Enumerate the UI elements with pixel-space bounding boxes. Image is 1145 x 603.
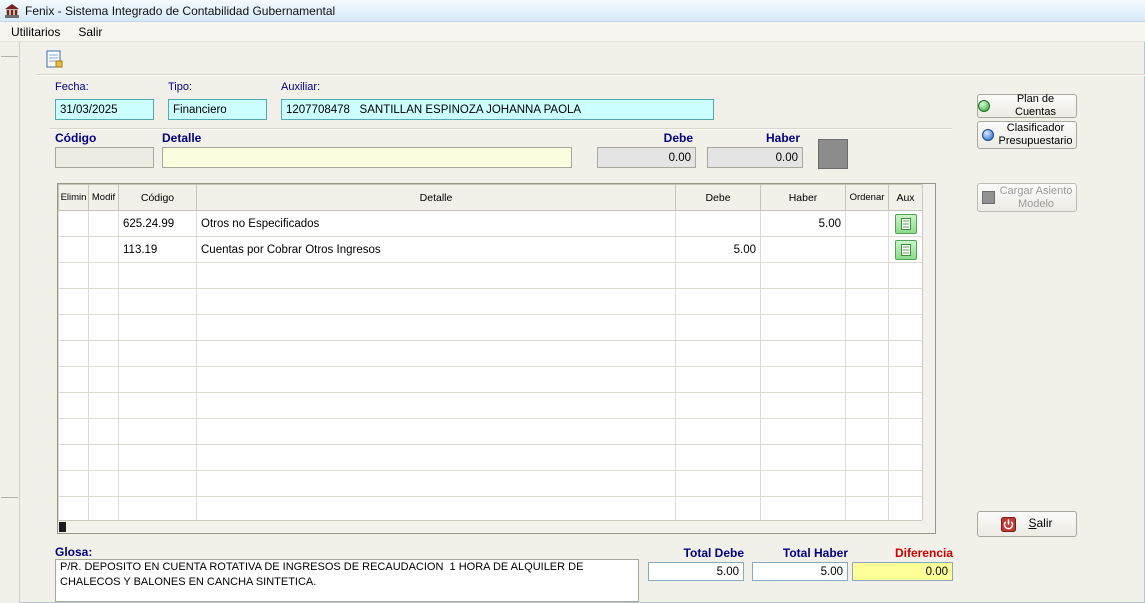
gray-square-icon — [982, 191, 995, 204]
globe-green-icon — [978, 100, 990, 112]
document-icon — [901, 218, 911, 230]
auxiliar-label: Auxiliar: — [281, 81, 320, 93]
entry-action-button[interactable] — [818, 139, 848, 169]
cell-elimin — [59, 237, 89, 263]
haber-entry-input[interactable] — [707, 147, 803, 168]
header-debe: Debe — [676, 185, 761, 211]
tipo-input[interactable] — [168, 99, 267, 120]
menu-item-utilitarios[interactable]: Utilitarios — [2, 23, 69, 41]
cell-detalle: Cuentas por Cobrar Otros Ingresos — [197, 237, 676, 263]
total-haber-label: Total Haber — [752, 546, 848, 560]
cell-modif — [89, 211, 119, 237]
entries-grid: Elimin Modif Código Detalle Debe Haber O… — [57, 183, 936, 534]
fecha-label: Fecha: — [55, 81, 89, 93]
table-row-empty[interactable] — [59, 263, 923, 289]
salir-button[interactable]: Salir — [977, 511, 1077, 537]
total-haber-field[interactable] — [752, 562, 848, 581]
cell-codigo: 625.24.99 — [119, 211, 197, 237]
cell-codigo: 113.19 — [119, 237, 197, 263]
splitter-handle — [1, 497, 18, 498]
cell-debe: 5.00 — [676, 237, 761, 263]
vertical-scrollbar[interactable] — [922, 184, 935, 520]
table-row-empty[interactable] — [59, 315, 923, 341]
diferencia-field[interactable] — [852, 562, 953, 581]
table-row-empty[interactable] — [59, 497, 923, 523]
glosa-label: Glosa: — [55, 545, 92, 559]
titlebar: Fenix - Sistema Integrado de Contabilida… — [0, 0, 1145, 22]
aux-button[interactable] — [895, 240, 917, 260]
cell-ordenar — [846, 211, 889, 237]
glosa-textarea[interactable]: P/R. DEPOSITO EN CUENTA ROTATIVA DE INGR… — [55, 559, 639, 602]
table-row-empty[interactable] — [59, 445, 923, 471]
table-row[interactable]: 625.24.99 Otros no Especificados 5.00 — [59, 211, 923, 237]
debe-label: Debe — [597, 131, 693, 145]
horizontal-scrollbar[interactable] — [58, 520, 922, 533]
grid-body: 625.24.99 Otros no Especificados 5.00 — [59, 211, 923, 523]
total-debe-label: Total Debe — [648, 546, 744, 560]
scrollbar-thumb[interactable] — [59, 522, 66, 532]
globe-blue-icon — [982, 129, 994, 141]
toolbar-separator — [36, 74, 1145, 76]
table-row-empty[interactable] — [59, 367, 923, 393]
cargar-asiento-modelo-button[interactable]: Cargar Asiento Modelo — [977, 183, 1077, 212]
left-panel — [0, 42, 20, 603]
cell-detalle: Otros no Especificados — [197, 211, 676, 237]
cell-aux — [889, 237, 923, 263]
power-icon — [1001, 517, 1016, 532]
table-row-empty[interactable] — [59, 419, 923, 445]
cell-aux — [889, 211, 923, 237]
table-row-empty[interactable] — [59, 393, 923, 419]
header-aux: Aux — [889, 185, 923, 211]
menubar: Utilitarios Salir — [0, 22, 1145, 42]
splitter-handle — [1, 56, 18, 57]
detalle-label: Detalle — [162, 131, 201, 145]
auxiliar-input[interactable] — [281, 99, 714, 120]
app-window: Fenix - Sistema Integrado de Contabilida… — [0, 0, 1145, 603]
table-row[interactable]: 113.19 Cuentas por Cobrar Otros Ingresos… — [59, 237, 923, 263]
header-detalle: Detalle — [197, 185, 676, 211]
cell-modif — [89, 237, 119, 263]
header-modif: Modif — [89, 185, 119, 211]
total-debe-field[interactable] — [648, 562, 744, 581]
cell-debe — [676, 211, 761, 237]
section-separator — [50, 128, 952, 130]
header-haber: Haber — [761, 185, 846, 211]
fecha-input[interactable] — [55, 99, 154, 120]
table-row-empty[interactable] — [59, 289, 923, 315]
plan-de-cuentas-button[interactable]: Plan de Cuentas — [977, 94, 1077, 118]
detalle-entry-input[interactable] — [162, 147, 572, 168]
document-icon — [901, 244, 911, 256]
entries-table: Elimin Modif Código Detalle Debe Haber O… — [58, 184, 923, 523]
clasificador-presupuestario-button[interactable]: Clasificador Presupuestario — [977, 121, 1077, 149]
app-icon — [4, 3, 20, 19]
header-ordenar: Ordenar — [846, 185, 889, 211]
debe-entry-input[interactable] — [597, 147, 696, 168]
scrollbar-corner — [922, 520, 935, 533]
tipo-label: Tipo: — [168, 81, 192, 93]
table-row-empty[interactable] — [59, 471, 923, 497]
codigo-entry-input[interactable] — [55, 147, 154, 168]
cell-haber — [761, 237, 846, 263]
cell-ordenar — [846, 237, 889, 263]
window-title: Fenix - Sistema Integrado de Contabilida… — [25, 4, 335, 18]
header-elimin: Elimin — [59, 185, 89, 211]
diferencia-label: Diferencia — [852, 546, 953, 560]
header-codigo: Código — [119, 185, 197, 211]
cell-elimin — [59, 211, 89, 237]
haber-label: Haber — [707, 131, 800, 145]
new-voucher-icon[interactable] — [44, 49, 64, 69]
cell-haber: 5.00 — [761, 211, 846, 237]
aux-button[interactable] — [895, 214, 917, 234]
codigo-label: Código — [55, 131, 96, 145]
grid-header-row: Elimin Modif Código Detalle Debe Haber O… — [59, 185, 923, 211]
table-row-empty[interactable] — [59, 341, 923, 367]
menu-item-salir[interactable]: Salir — [69, 23, 111, 41]
